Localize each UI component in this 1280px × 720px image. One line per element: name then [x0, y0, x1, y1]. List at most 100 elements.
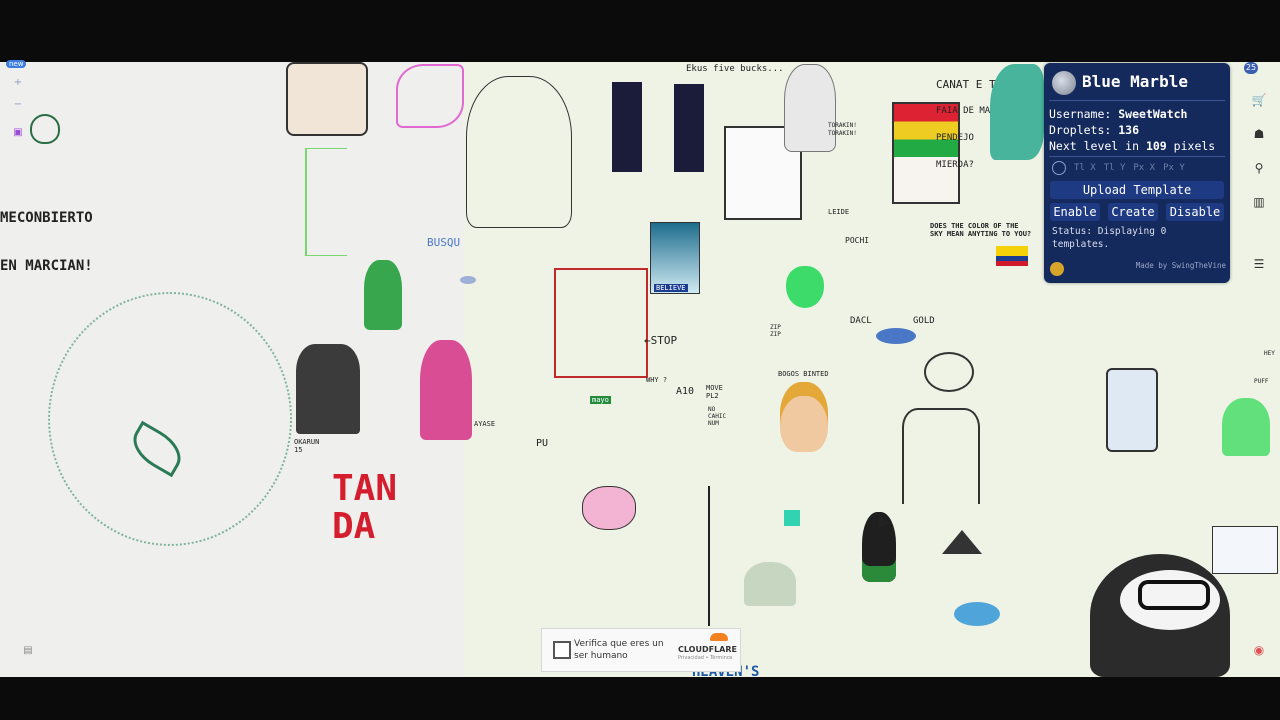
bottom-letterbox [0, 677, 1280, 720]
zip-text: ZIP ZIP [770, 324, 781, 338]
green-alien-photo [744, 562, 796, 606]
status-text: Status: Displaying 0 templates. [1052, 226, 1167, 250]
blue-marble-panel: Blue Marble Username: SweetWatch Droplet… [1044, 63, 1230, 283]
bogos-face [780, 382, 828, 452]
tower-art-1 [612, 82, 642, 172]
ufo-blue [876, 328, 916, 344]
ayase-text: AYASE [474, 420, 496, 428]
canat-line-4: MIERDA? [936, 160, 974, 170]
red-maze-art [554, 268, 648, 378]
leide-text: LEIDE [828, 208, 850, 216]
vertical-line [708, 486, 710, 626]
penguin-glasses [1138, 580, 1210, 610]
ufo-frame [1212, 526, 1278, 574]
tile-x-input[interactable]: Tl X [1074, 163, 1096, 173]
enable-button[interactable]: Enable [1050, 203, 1100, 221]
does-color-text: DOES THE COLOR OF THE SKY MEAN ANYTING T… [930, 222, 1032, 238]
green-alien-group [1222, 398, 1270, 456]
anime-character-top [286, 62, 368, 136]
username-value: SweetWatch [1118, 107, 1188, 121]
panel-divider-top [1049, 100, 1225, 101]
alien-character [364, 260, 402, 330]
settings-icon[interactable]: ☰ [1246, 254, 1272, 274]
captcha-label: Verifica que eres un ser humano [574, 639, 664, 661]
a10-text: A10 [676, 386, 695, 397]
puff-text: PUFF [1254, 378, 1269, 385]
search-icon[interactable]: ⚲ [1246, 158, 1272, 178]
panel-divider-mid [1049, 156, 1225, 157]
meco-line-2: EN MARCIAN! [0, 258, 93, 274]
hollow-shape [902, 408, 980, 504]
disable-button[interactable]: Disable [1166, 203, 1224, 221]
chat-icon[interactable]: ▣ [10, 126, 26, 140]
robot-stack [1106, 368, 1158, 452]
green-cat-head [786, 266, 824, 308]
top-letterbox [0, 0, 1280, 62]
next-level-prefix: Next level in [1049, 139, 1140, 153]
cloudflare-cloud-icon [710, 633, 728, 641]
anime-girl-art [420, 340, 472, 440]
pu-text: PU [536, 438, 549, 449]
droplets-value: 136 [1118, 123, 1140, 137]
meco-line-1: MECONBIERTO [0, 210, 93, 226]
next-level-value: 109 [1145, 139, 1167, 153]
tan-da-text: TAN DA [332, 468, 398, 547]
tile-y-input[interactable]: Tl Y [1104, 163, 1126, 173]
level-badge: 25 [1244, 62, 1258, 74]
next-level-suffix: pixels [1173, 139, 1216, 153]
pochi-text: POCHI [845, 236, 870, 245]
upload-template-button[interactable]: Upload Template [1050, 181, 1224, 199]
okarun-text: OKARUN 15 [294, 438, 320, 454]
captcha-widget: Verifica que eres un ser humano CLOUDFLA… [541, 628, 741, 672]
green-pony-art [990, 64, 1044, 160]
anime-boy-art [296, 344, 360, 434]
colombia-flag [996, 246, 1028, 266]
zoom-in-icon[interactable]: + [10, 76, 26, 90]
pixel-x-input[interactable]: Px X [1133, 163, 1155, 173]
move-text: MOVE PL2 [706, 384, 723, 400]
next-level-row: Next level in 109 pixels [1049, 139, 1215, 153]
sketch-outline [466, 76, 572, 228]
why-text: WHY ? [646, 376, 668, 384]
pin-icon[interactable] [1052, 161, 1066, 175]
ufo-small [460, 276, 476, 284]
bogos-text: BOGOS BINTED [778, 370, 829, 378]
green-bracket [305, 148, 347, 256]
eye-pyramid [942, 530, 982, 554]
globe-icon [1052, 71, 1076, 95]
users-icon[interactable]: ☗ [1246, 124, 1272, 144]
dacl-text: DACL [850, 316, 872, 326]
zoom-out-icon[interactable]: − [10, 98, 26, 112]
dotted-circle-art [48, 292, 292, 546]
captcha-checkbox[interactable] [553, 641, 571, 659]
no-cahic-text: NO CAHIC NUM [708, 406, 727, 427]
username-label: Username: [1049, 107, 1112, 121]
made-by-text: Made by SwingTheVine [1135, 261, 1226, 270]
pink-unicorn-art [396, 64, 464, 128]
location-icon[interactable]: ◉ [1246, 640, 1272, 660]
ekus-text: Ekus five bucks... [686, 64, 784, 74]
create-button[interactable]: Create [1108, 203, 1158, 221]
believe-text: BELIEVE [654, 284, 688, 292]
cloudflare-logo: CLOUDFLARE [678, 645, 737, 654]
hey-text: HEY [1264, 350, 1275, 357]
busqu-text: BUSQU [427, 236, 461, 249]
torakin-text: TORAKIN! TORAKIN! [828, 122, 857, 137]
droplets-row: Droplets: 136 [1049, 123, 1139, 137]
new-badge: new [6, 60, 27, 68]
pixel-y-input[interactable]: Px Y [1163, 163, 1185, 173]
droplets-label: Droplets: [1049, 123, 1112, 137]
chart-icon[interactable]: ▥ [1246, 192, 1272, 212]
gold-text: GOLD [913, 316, 935, 326]
meco-text: MECONBIERTO EN MARCIAN! [0, 178, 93, 306]
stop-text: ←STOP [644, 334, 678, 347]
cart-icon[interactable]: 🛒 [1246, 90, 1272, 110]
tower-art-2 [674, 84, 704, 172]
teal-square [784, 510, 800, 526]
mew-art [582, 486, 636, 530]
captcha-links[interactable]: Privacidad • Términos [678, 655, 732, 661]
coords-inputs: Tl X Tl Y Px X Px Y [1052, 161, 1185, 175]
chef-ufo [924, 352, 974, 392]
panel-title: Blue Marble [1082, 72, 1188, 91]
map-icon[interactable]: ▤ [20, 644, 36, 658]
